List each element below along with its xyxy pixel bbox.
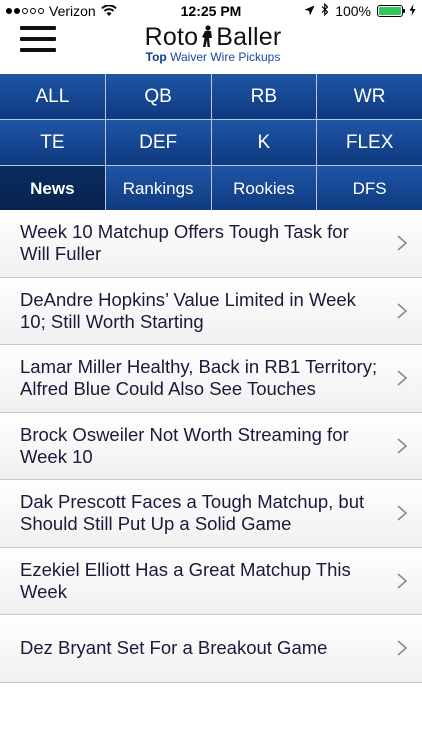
tab-dfs[interactable]: DFS: [317, 166, 422, 211]
news-headline: Lamar Miller Healthy, Back in RB1 Territ…: [20, 356, 378, 400]
logo-tagline: Top Waiver Wire Pickups: [128, 50, 298, 64]
news-item[interactable]: DeAndre Hopkins’ Value Limited in Week 10…: [0, 277, 422, 345]
news-item[interactable]: Dak Prescott Faces a Tough Matchup, but S…: [0, 480, 422, 548]
position-filter-qb[interactable]: QB: [105, 74, 211, 119]
chevron-right-icon: [397, 573, 408, 589]
tagline-rest: Waiver Wire Pickups: [166, 50, 281, 64]
battery-percent: 100%: [335, 3, 371, 19]
status-bar: Verizon 12:25 PM 100%: [0, 0, 422, 22]
news-item[interactable]: Week 10 Matchup Offers Tough Task for Wil…: [0, 210, 422, 278]
chevron-right-icon: [397, 505, 408, 521]
bluetooth-icon: [321, 2, 329, 19]
football-player-logo-icon: [202, 25, 213, 47]
position-filter-def[interactable]: DEF: [105, 120, 211, 165]
tab-news[interactable]: News: [0, 166, 105, 211]
news-list: Week 10 Matchup Offers Tough Task for Wil…: [0, 210, 422, 683]
tab-rookies[interactable]: Rookies: [211, 166, 317, 211]
news-item[interactable]: Ezekiel Elliott Has a Great Matchup This…: [0, 547, 422, 615]
tab-rankings[interactable]: Rankings: [105, 166, 211, 211]
status-right: 100%: [304, 2, 416, 19]
tagline-bold: Top: [145, 50, 167, 64]
rotoballer-logo: Roto Baller Top Waiver Wire Pickups: [128, 24, 298, 64]
position-filter-flex[interactable]: FLEX: [317, 120, 422, 165]
position-filter-rb[interactable]: RB: [211, 74, 317, 119]
chevron-right-icon: [397, 640, 408, 656]
news-item[interactable]: Dez Bryant Set For a Breakout Game: [0, 615, 422, 683]
battery-icon: [377, 5, 405, 17]
news-item[interactable]: Brock Osweiler Not Worth Streaming for We…: [0, 412, 422, 480]
news-headline: DeAndre Hopkins’ Value Limited in Week 10…: [20, 288, 356, 332]
news-headline: Brock Osweiler Not Worth Streaming for We…: [20, 423, 349, 467]
chevron-right-icon: [397, 303, 408, 319]
chevron-right-icon: [397, 235, 408, 251]
location-arrow-icon: [304, 3, 315, 19]
hamburger-menu-icon[interactable]: [20, 26, 56, 52]
news-headline: Dez Bryant Set For a Breakout Game: [20, 637, 328, 659]
filter-grid: ALL QB RB WR TE DEF K FLEX News Rankings…: [0, 74, 422, 211]
news-item[interactable]: Lamar Miller Healthy, Back in RB1 Territ…: [0, 345, 422, 413]
position-filter-te[interactable]: TE: [0, 120, 105, 165]
position-filter-k[interactable]: K: [211, 120, 317, 165]
news-headline: Dak Prescott Faces a Tough Matchup, but S…: [20, 491, 365, 535]
news-headline: Ezekiel Elliott Has a Great Matchup This…: [20, 558, 351, 602]
charging-icon: [409, 3, 416, 19]
logo-text-right: Baller: [216, 23, 282, 51]
news-headline: Week 10 Matchup Offers Tough Task for Wil…: [20, 221, 349, 265]
app-header: Roto Baller Top Waiver Wire Pickups: [0, 22, 422, 74]
position-filter-all[interactable]: ALL: [0, 74, 105, 119]
chevron-right-icon: [397, 370, 408, 386]
logo-text-left: Roto: [144, 23, 199, 51]
position-filter-wr[interactable]: WR: [317, 74, 422, 119]
chevron-right-icon: [397, 438, 408, 454]
